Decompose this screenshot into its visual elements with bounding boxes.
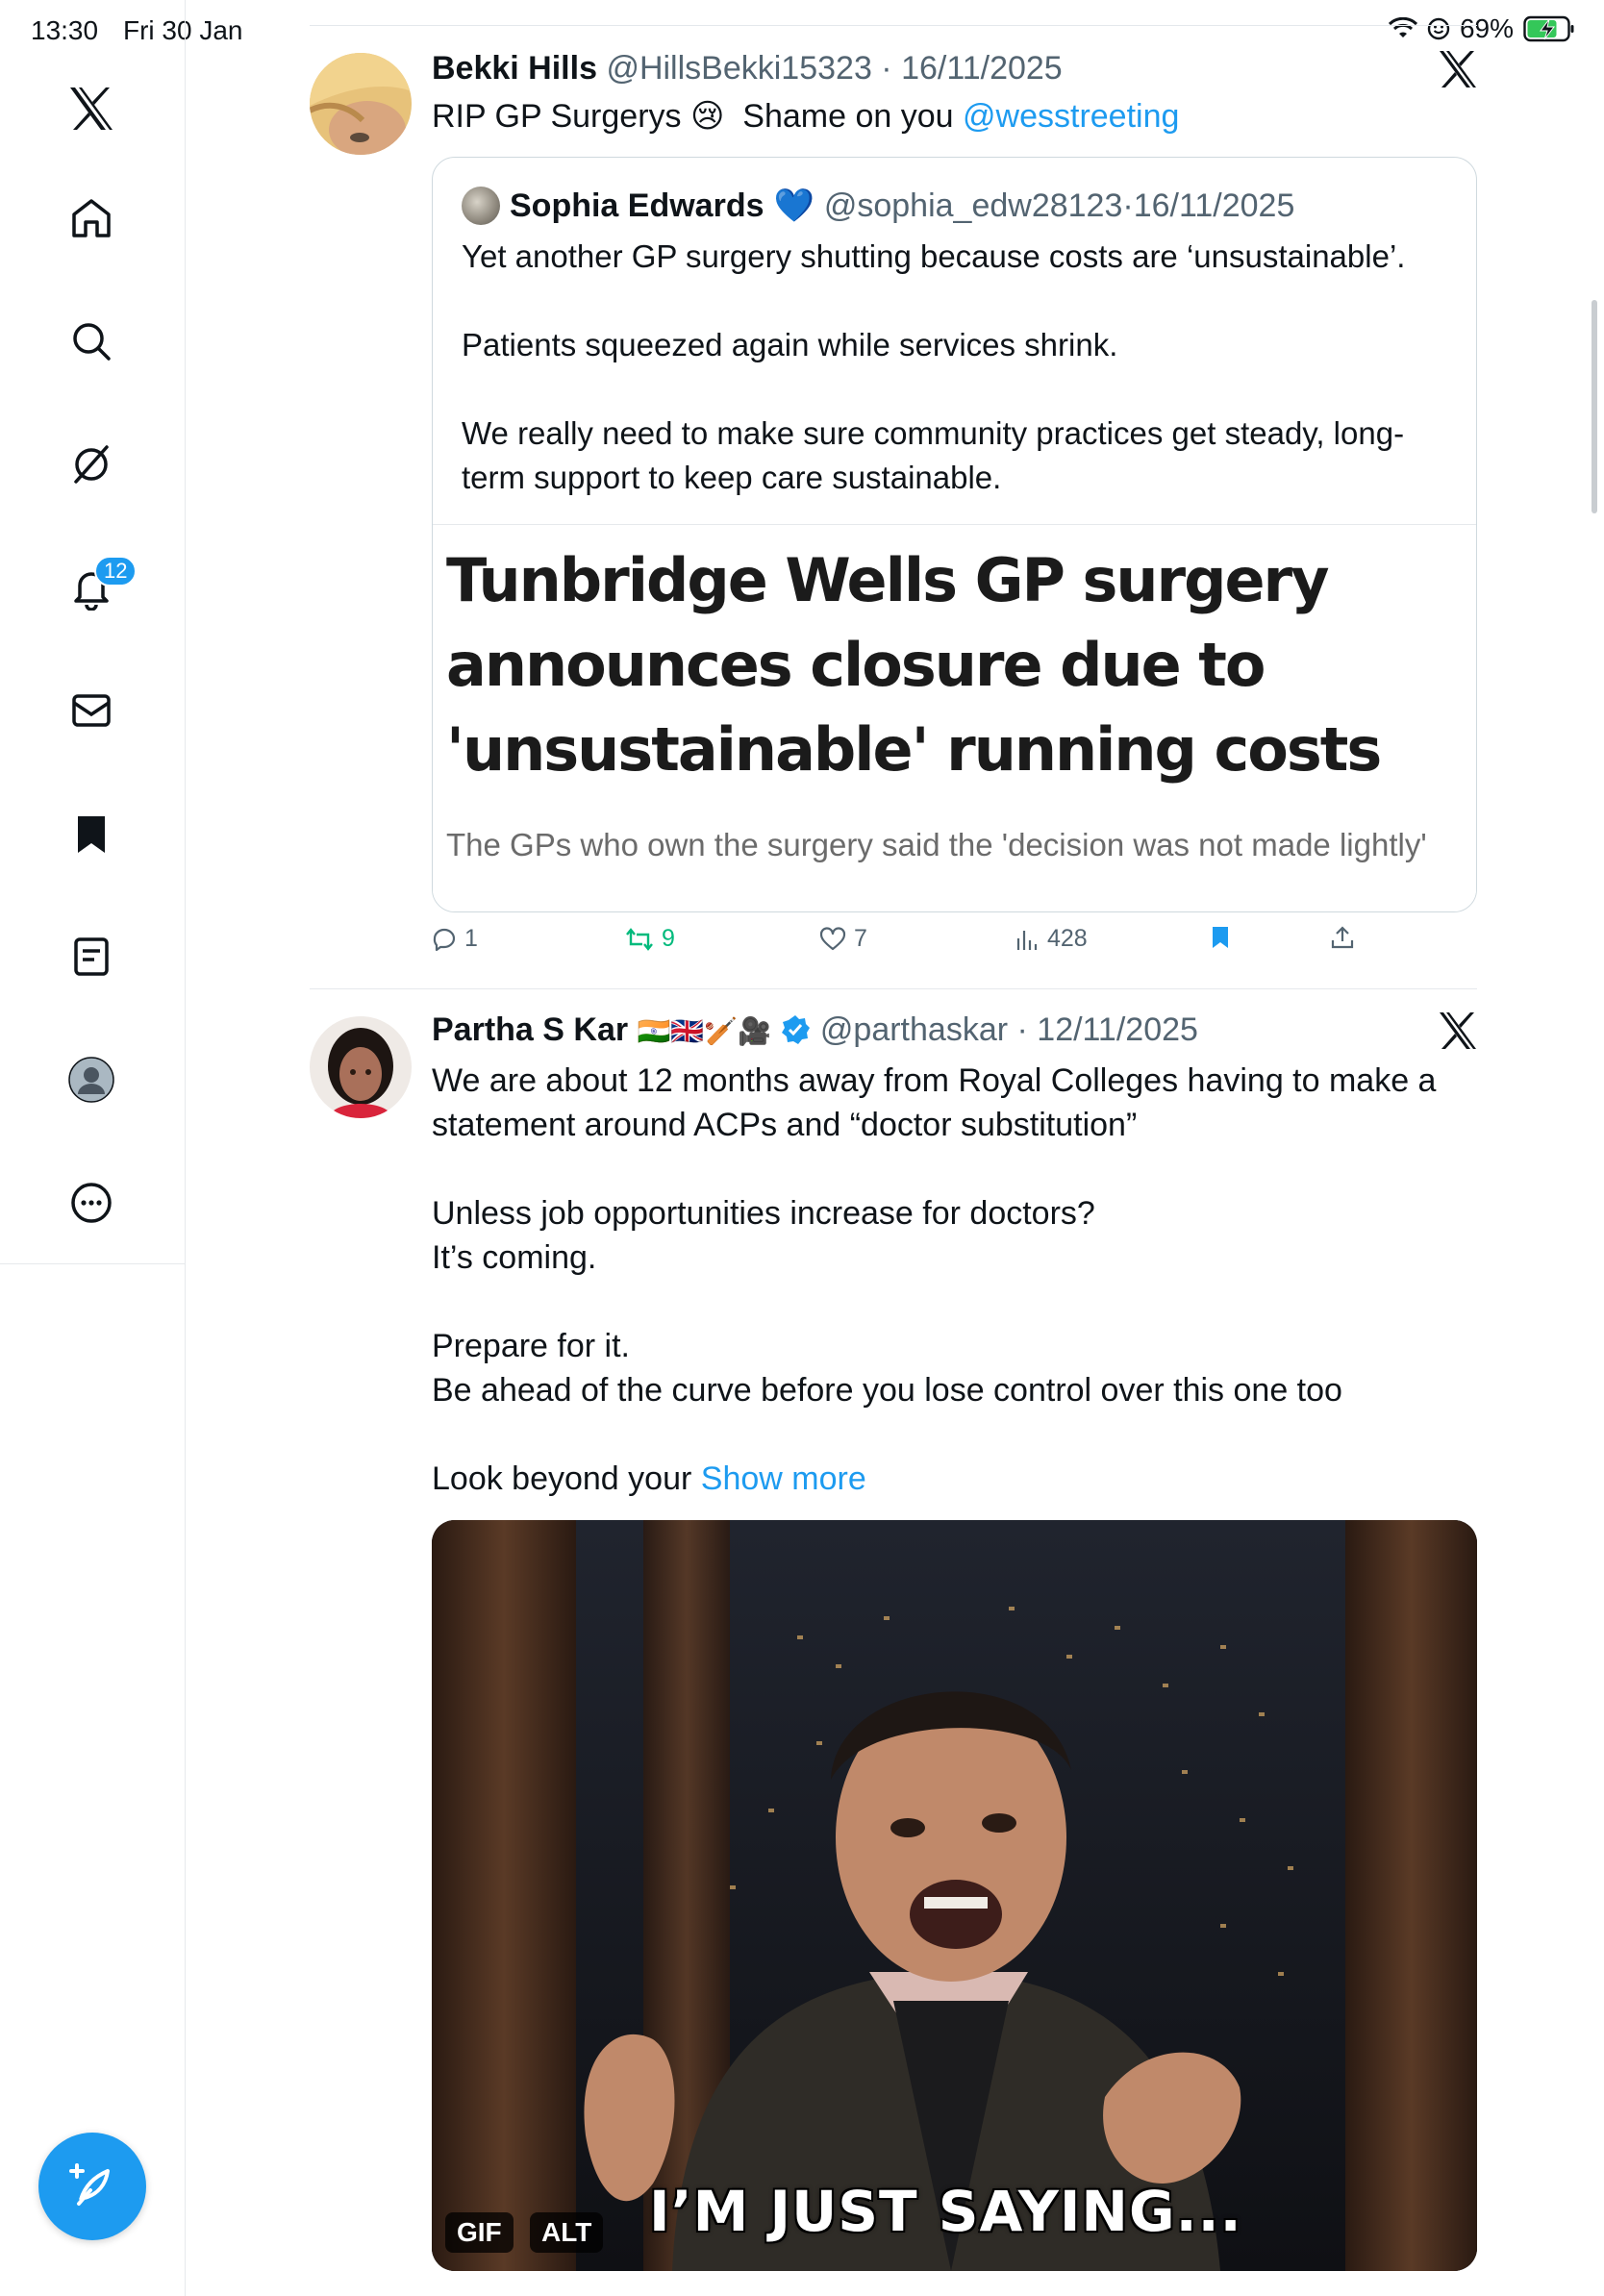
bookmark-button[interactable] — [1209, 925, 1232, 950]
author-avatar[interactable] — [310, 1016, 412, 1118]
lists-icon[interactable] — [63, 929, 119, 985]
grok-icon[interactable] — [63, 437, 119, 492]
heart-icon — [819, 926, 846, 950]
x-logo-icon[interactable] — [1437, 1010, 1479, 1052]
like-count: 7 — [854, 925, 867, 952]
verified-badge-icon — [782, 1015, 811, 1044]
gif-label: GIF — [445, 2212, 514, 2253]
top-divider — [310, 25, 1477, 26]
quote-author-name[interactable]: Sophia Edwards — [510, 187, 764, 225]
reply-button[interactable]: 1 — [432, 925, 478, 953]
quote-date[interactable]: 16/11/2025 — [1134, 187, 1295, 225]
reply-icon — [433, 928, 456, 951]
scrollbar[interactable] — [1591, 300, 1597, 513]
alt-text-button[interactable]: ALT — [530, 2212, 604, 2253]
quote-author-handle[interactable]: @sophia_edw28123 — [824, 187, 1123, 225]
tweet-text-body: We are about 12 months away from Royal C… — [432, 1062, 1437, 1497]
app-screen: 13:30 Fri 30 Jan 69% 12 Bekki Hills @Hil… — [0, 0, 1604, 2296]
focus-icon — [1427, 17, 1450, 40]
search-icon[interactable] — [63, 313, 119, 369]
x-logo-icon[interactable] — [1437, 48, 1479, 90]
author-name[interactable]: Bekki Hills — [432, 50, 597, 87]
home-icon[interactable] — [63, 190, 119, 246]
tweet-text-body: RIP GP Surgerys 😢 Shame on you — [432, 98, 964, 135]
notification-badge: 12 — [94, 556, 138, 586]
share-icon — [1331, 926, 1354, 949]
tweet-date[interactable]: 16/11/2025 — [901, 50, 1063, 87]
wifi-icon — [1388, 17, 1417, 40]
profile-avatar-icon[interactable] — [63, 1052, 119, 1108]
bookmark-filled-icon — [1213, 927, 1228, 948]
tweet-action-bar: 1 9 7 428 — [432, 925, 1393, 963]
repost-count: 9 — [662, 925, 675, 952]
messages-envelope-icon[interactable] — [63, 683, 119, 738]
bookmarks-icon[interactable] — [63, 806, 119, 861]
gif-media[interactable]: I’M JUST SAYING... GIF ALT — [432, 1520, 1477, 2271]
quote-author-avatar[interactable] — [462, 187, 500, 225]
quote-image-card[interactable]: Tunbridge Wells GP surgery announces clo… — [433, 525, 1476, 911]
news-headline: Tunbridge Wells GP surgery announces clo… — [446, 545, 1382, 785]
gif-caption: I’M JUST SAYING... — [649, 2179, 1242, 2244]
more-options-icon[interactable] — [63, 1175, 119, 1231]
tweet-date[interactable]: 12/11/2025 — [1037, 1011, 1198, 1048]
author-name[interactable]: Partha S Kar — [432, 1011, 628, 1048]
x-logo-icon[interactable] — [63, 81, 119, 137]
sidebar: 12 — [0, 0, 186, 2296]
repost-button[interactable]: 9 — [625, 925, 675, 953]
author-handle[interactable]: @HillsBekki15323 — [606, 50, 871, 87]
quote-header: Sophia Edwards 💙 @sophia_edw28123 · 16/11/… — [462, 187, 1294, 225]
quote-text: Yet another GP surgery shutting because … — [462, 238, 1406, 495]
compose-feather-icon — [69, 2163, 110, 2206]
gif-frame-image — [432, 1520, 1477, 2271]
battery-percent: 69% — [1459, 13, 1514, 43]
tweet-header: Partha S Kar 🇮🇳🇬🇧🏏🎥 @parthaskar · 12/11/… — [432, 1011, 1198, 1049]
author-handle[interactable]: @parthaskar — [820, 1011, 1008, 1048]
like-button[interactable]: 7 — [819, 925, 867, 953]
share-button[interactable] — [1330, 925, 1355, 950]
reply-count: 1 — [464, 925, 478, 952]
repost-icon — [626, 927, 653, 951]
tweet-text: RIP GP Surgerys 😢 Shame on you @wesstree… — [432, 94, 1179, 138]
dot-separator: · — [1008, 1011, 1038, 1048]
dot-separator: · — [1122, 187, 1134, 224]
status-indicators: 69% — [1388, 13, 1575, 44]
compose-post-button[interactable] — [38, 2133, 146, 2240]
author-avatar[interactable] — [310, 53, 412, 155]
quoted-tweet-card[interactable]: Sophia Edwards 💙 @sophia_edw28123 · 16/11/… — [432, 157, 1477, 912]
views-button[interactable]: 428 — [1015, 925, 1088, 953]
views-count: 428 — [1047, 925, 1088, 952]
sidebar-divider — [0, 1263, 186, 1264]
tweet-divider — [310, 988, 1477, 989]
battery-charging-icon — [1523, 15, 1575, 42]
author-flags: 🇮🇳🇬🇧🏏🎥 — [637, 1016, 771, 1046]
tweet-header: Bekki Hills @HillsBekki15323 · 16/11/202… — [432, 50, 1063, 87]
mention-link[interactable]: @wesstreeting — [963, 98, 1179, 135]
views-chart-icon — [1016, 930, 1038, 950]
news-subheadline: The GPs who own the surgery said the 'de… — [446, 827, 1427, 862]
dot-separator: · — [871, 50, 902, 87]
tweet-text: We are about 12 months away from Royal C… — [432, 1059, 1480, 1501]
blue-heart-emoji: 💙 — [773, 187, 815, 224]
show-more-link[interactable]: Show more — [701, 1460, 866, 1497]
